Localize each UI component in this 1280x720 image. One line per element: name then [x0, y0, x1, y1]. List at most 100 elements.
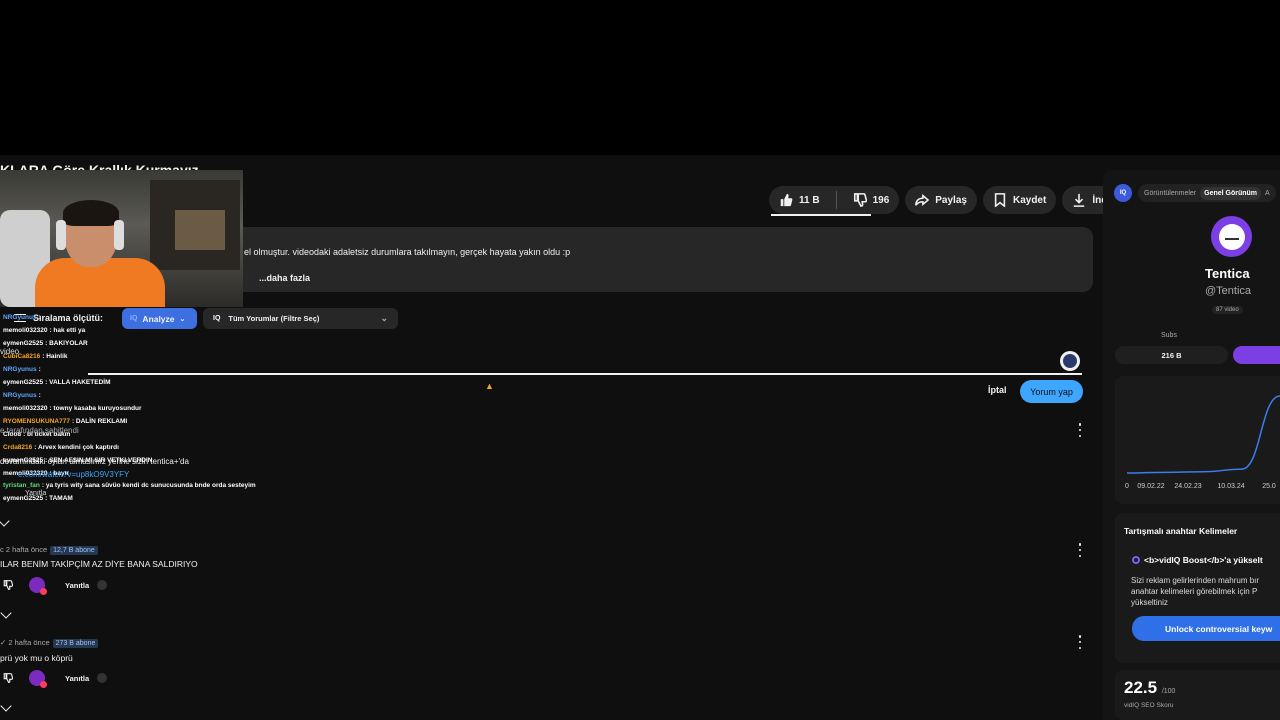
boost-heading: <b>vidIQ Boost</b>'a yükselt [1132, 555, 1263, 565]
seo-score: 22.5 /100 [1124, 678, 1175, 698]
dislike-count: 196 [872, 194, 890, 206]
dislike-button[interactable]: 196 [843, 186, 900, 214]
pinned-comment-link[interactable]: e.com/watch?v=up8kO9V3YFY [18, 470, 129, 479]
overlay-video-word: video [0, 347, 20, 356]
share-label: Paylaş [935, 194, 967, 206]
comment-time: c 2 hafta önce [0, 545, 48, 554]
thumbs-down-icon [853, 193, 867, 207]
comment-actions: Yanıtla [3, 670, 108, 688]
reply-button[interactable]: Yanıtla [65, 674, 89, 683]
creator-heart-avatar [29, 670, 47, 688]
like-button[interactable]: 11 B [769, 186, 830, 214]
vidiq-reply-icon[interactable] [97, 580, 108, 590]
x-tick-label: 25.0 [1262, 483, 1276, 490]
emoji-icon [1063, 354, 1077, 368]
pinned-by-label: e tarafından sabitlendi [0, 426, 79, 435]
video-player-black-area[interactable] [0, 0, 1280, 155]
seo-score-label: vidIQ SEO Skoru [1124, 702, 1174, 709]
comment-text: ILAR BENİM TAKİPÇİM AZ DİYE BANA SALDIRI… [0, 559, 198, 569]
emoji-button[interactable] [1060, 351, 1080, 371]
subs-value: 216 B [1115, 346, 1228, 364]
x-tick-label: 24.02.23 [1174, 483, 1201, 490]
video-actions: 11 B 196 Paylaş Kaydet İndir ••• [769, 186, 1158, 214]
vidiq-tab-group: Görüntülenmeler Genel Görünüm A [1138, 184, 1276, 202]
keywords-title: Tartışmalı anahtar Kelimeler [1124, 526, 1238, 536]
comment-menu-button[interactable] [1074, 543, 1086, 557]
comment-input[interactable] [88, 373, 1082, 375]
chat-username: eymenG2525 [3, 340, 44, 347]
reply-button[interactable]: Yanıtla [65, 581, 89, 590]
webcam-overlay [0, 170, 243, 307]
chat-text: : [38, 366, 41, 373]
video-description[interactable]: el olmuştur. videodaki adaletsiz durumla… [243, 227, 1093, 292]
comment-text: prü yok mu o köprü [0, 653, 73, 663]
unlock-keywords-button[interactable]: Unlock controversial keyw [1132, 616, 1280, 641]
vidiq-reply-icon[interactable] [97, 673, 108, 683]
chat-message: NRGyunus: [3, 392, 41, 399]
chat-text: : VALLA HAKETEDİM [45, 379, 111, 386]
save-label: Kaydet [1012, 194, 1047, 206]
chat-text: : BAKIYOLAR [45, 340, 88, 347]
comment-menu-button[interactable] [1074, 635, 1086, 649]
share-button[interactable]: Paylaş [905, 186, 977, 214]
share-icon [915, 193, 930, 207]
like-count: 11 B [799, 194, 820, 206]
chat-username: NRGyunus [3, 366, 37, 373]
seo-score-max: /100 [1161, 688, 1176, 695]
chat-username: NRGyunus [3, 314, 37, 321]
channel-avatar[interactable] [1211, 216, 1252, 257]
stream-chat-overlay: NRGyunus: memoli032320: hak etti ya eymenG… [0, 310, 270, 510]
comment-menu-button[interactable] [1074, 423, 1086, 437]
description-text: el olmuştur. videodaki adaletsiz durumla… [244, 247, 571, 257]
thumbs-down-icon[interactable] [3, 580, 13, 590]
chat-username: memoli032320 [3, 327, 48, 334]
boost-icon [1132, 556, 1140, 564]
like-dislike-group: 11 B 196 [769, 186, 900, 214]
chat-message: Crda8216: Arvex kendini çok kaptırdı [3, 444, 119, 451]
chat-message: NRGyunus: [3, 314, 41, 321]
chat-message: tyristan_fan: ya tyris wity sana süvüo k… [3, 482, 256, 489]
expand-replies-chevron[interactable] [0, 700, 12, 712]
vidiq-logo-icon[interactable]: IQ [1114, 184, 1132, 202]
tab-overview[interactable]: Genel Görünüm [1200, 186, 1262, 200]
subs-label: Subs [1161, 332, 1177, 339]
subs-secondary-pill [1233, 346, 1280, 364]
boost-title: <b>vidIQ Boost</b>'a yükselt [1144, 555, 1263, 565]
chat-text: : hak etti ya [49, 327, 86, 334]
expand-replies-chevron[interactable] [0, 607, 12, 619]
bookmark-icon [994, 193, 1006, 207]
boost-text: Sizi reklam gelirlerinden mahrum bır ana… [1131, 576, 1260, 607]
comment-meta: c 2 hafta önce 12,7 B abone [0, 545, 98, 555]
chat-text: : [38, 314, 41, 321]
tab-views[interactable]: Görüntülenmeler [1140, 187, 1200, 200]
chat-text: : TAMAM [45, 495, 73, 502]
chat-username: tyristan_fan [3, 482, 40, 489]
x-tick-label: 10.03.24 [1217, 483, 1244, 490]
pinned-reply-button[interactable]: Yanıtla [25, 490, 46, 497]
channel-name[interactable]: Tentica [1205, 266, 1250, 281]
cancel-button[interactable]: İptal [988, 385, 1007, 395]
like-progress-bar [771, 214, 871, 216]
pinned-expand-chevron[interactable] [0, 515, 10, 527]
chat-text: : towny kasaba kuruyosundur [49, 405, 142, 412]
chat-username: memoli032320 [3, 405, 48, 412]
comment-meta: ✓ 2 hafta önce 273 B abone [0, 638, 99, 648]
subscriber-badge: 273 B abone [52, 639, 99, 648]
save-button[interactable]: Kaydet [982, 186, 1057, 214]
show-more-link[interactable]: ...daha fazla [259, 273, 310, 283]
tab-more[interactable]: A [1261, 187, 1274, 200]
chat-message: eymenG2525: BAKIYOLAR [3, 340, 88, 347]
creator-heart-avatar [29, 577, 47, 595]
chat-username: Crda8216 [3, 444, 33, 451]
vidiq-tabs: IQ Görüntülenmeler Genel Görünüm A [1114, 184, 1276, 202]
thumbs-down-icon[interactable] [3, 673, 13, 683]
comment-actions: Yanıtla [3, 577, 108, 595]
chat-username: NRGyunus [3, 392, 37, 399]
chat-username: eymenG2525 [3, 379, 44, 386]
download-icon [1074, 193, 1085, 207]
submit-comment-button[interactable]: Yorum yap [1020, 380, 1083, 403]
seo-score-value: 22.5 [1124, 678, 1158, 697]
chat-message: RYOMENSUKUNA777: DALİN REKLAMI [3, 418, 127, 425]
chat-message: memoli032320: hak etti ya [3, 327, 85, 334]
subs-line-chart: 0 09.02.22 24.02.23 10.03.24 25.0 [1125, 395, 1280, 490]
